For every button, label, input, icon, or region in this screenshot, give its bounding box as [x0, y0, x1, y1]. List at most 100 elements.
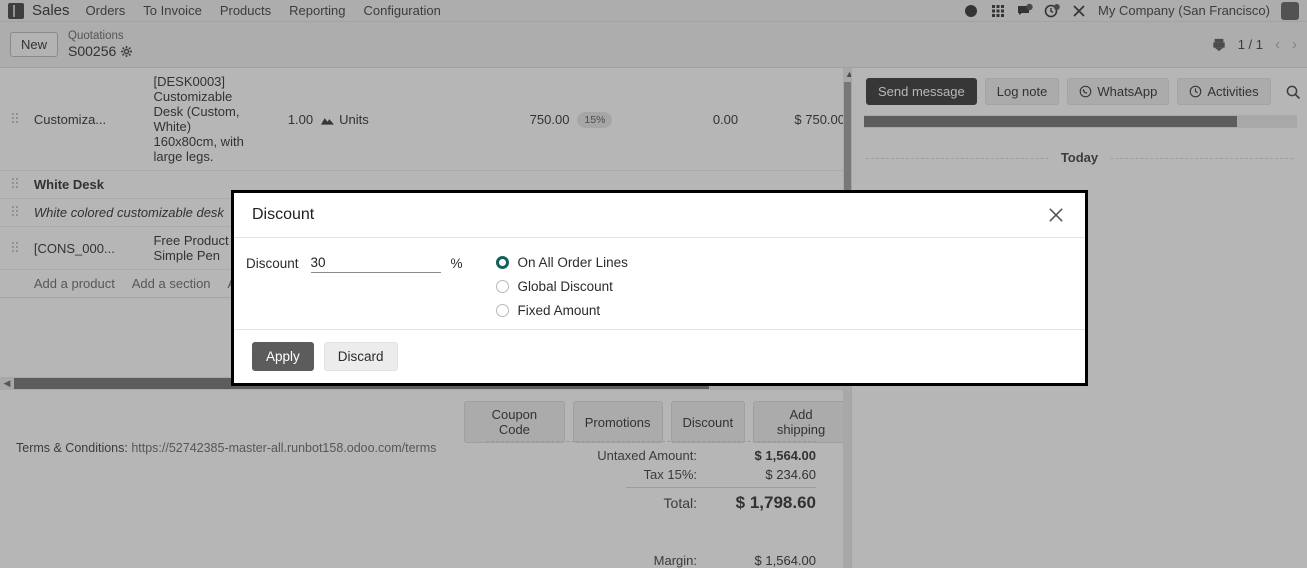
user-avatar[interactable]: [1281, 1, 1299, 20]
line-taxes[interactable]: 15%: [573, 68, 659, 171]
control-panel: New Quotations S00256 1 / 1 ‹ ›: [0, 22, 1307, 68]
scroll-left-arrow-icon[interactable]: ◀: [0, 378, 14, 389]
discount-field: Discount %: [246, 254, 463, 273]
breadcrumb-parent[interactable]: Quotations: [68, 30, 132, 43]
drag-handle[interactable]: [0, 68, 30, 171]
activity-icon[interactable]: [963, 3, 979, 19]
whatsapp-icon: [1080, 85, 1092, 98]
discount-field-label: Discount: [246, 256, 299, 271]
units-icon: [321, 117, 335, 125]
pager-next-icon[interactable]: ›: [1292, 36, 1297, 53]
line-quantity[interactable]: 1.00: [250, 68, 318, 171]
clock-activity-icon: [1190, 85, 1202, 98]
odoo-logo-icon[interactable]: [8, 2, 24, 19]
nav-menu-configuration[interactable]: Configuration: [364, 3, 441, 18]
totals-row-margin: Margin: $ 1,564.00 (100%): [486, 551, 816, 568]
new-button[interactable]: New: [10, 32, 59, 57]
totals-row-untaxed: Untaxed Amount: $ 1,564.00: [486, 446, 816, 465]
line-unit-price[interactable]: 750.00: [413, 68, 574, 171]
promotion-buttons: Coupon Code Promotions Discount Add ship…: [464, 401, 849, 443]
add-shipping-button[interactable]: Add shipping: [753, 401, 849, 443]
whatsapp-label: WhatsApp: [1097, 84, 1158, 99]
total-value: $ 1,798.60: [735, 493, 816, 512]
top-navbar: Sales Orders To Invoice Products Reporti…: [0, 0, 1307, 22]
line-product[interactable]: Customiza...: [29, 68, 150, 171]
clock-icon[interactable]: [1044, 3, 1060, 19]
breadcrumb-current: S00256: [68, 43, 117, 60]
terms-label: Terms & Conditions:: [16, 441, 132, 455]
radio-label: Global Discount: [517, 279, 613, 294]
totals-row-total: Total: $ 1,798.60: [486, 491, 816, 515]
tax-badge: 15%: [577, 111, 613, 128]
control-panel-right: 1 / 1 ‹ ›: [1212, 36, 1297, 53]
add-a-section-link[interactable]: Add a section: [132, 276, 211, 291]
coupon-code-button[interactable]: Coupon Code: [464, 401, 565, 443]
untaxed-value: $ 1,564.00: [754, 448, 816, 463]
line-discount[interactable]: 0.00: [658, 68, 743, 171]
send-message-button[interactable]: Send message: [866, 78, 977, 105]
chatter-topbar: Send message Log note WhatsApp Activitie…: [852, 68, 1307, 111]
radio-global-discount[interactable]: Global Discount: [495, 279, 628, 294]
radio-on-all-order-lines[interactable]: On All Order Lines: [495, 255, 628, 270]
messages-icon[interactable]: [1017, 3, 1033, 19]
gear-icon[interactable]: [121, 45, 133, 57]
nav-menu-reporting[interactable]: Reporting: [289, 3, 345, 18]
margin-value: $ 1,564.00 (100%): [754, 553, 816, 568]
drag-handle[interactable]: [0, 198, 30, 227]
tax-value: $ 234.60: [765, 467, 816, 482]
grid-apps-icon[interactable]: [990, 3, 1006, 19]
untaxed-label: Untaxed Amount:: [597, 448, 697, 463]
apply-button[interactable]: Apply: [252, 342, 314, 371]
discount-mode-radio-group: On All Order Lines Global Discount Fixed…: [495, 254, 628, 318]
dialog-header: Discount: [234, 193, 1085, 238]
whatsapp-button[interactable]: WhatsApp: [1067, 78, 1170, 105]
margin-label: Margin:: [653, 553, 697, 568]
add-a-product-link[interactable]: Add a product: [34, 276, 115, 291]
nav-menu-products[interactable]: Products: [220, 3, 271, 18]
activities-button[interactable]: Activities: [1177, 78, 1271, 105]
terms-link[interactable]: https://52742385-master-all.runbot158.od…: [131, 441, 436, 455]
drag-handle[interactable]: [0, 226, 30, 270]
line-uom[interactable]: Units: [317, 68, 414, 171]
breadcrumb: Quotations S00256: [68, 30, 133, 60]
pager-previous-icon[interactable]: ‹: [1275, 36, 1280, 53]
dialog-title: Discount: [252, 206, 315, 223]
radio-unselected-icon[interactable]: [495, 304, 509, 317]
discount-input[interactable]: [310, 254, 441, 273]
dialog-body: Discount % On All Order Lines Global Dis…: [234, 238, 1085, 329]
terms-and-conditions: Terms & Conditions: https://52742385-mas…: [16, 441, 436, 455]
line-product[interactable]: [CONS_000...: [29, 226, 150, 270]
drag-handle[interactable]: [0, 170, 30, 199]
radio-selected-icon[interactable]: [495, 256, 509, 269]
radio-fixed-amount[interactable]: Fixed Amount: [495, 303, 628, 318]
line-description[interactable]: [DESK0003] Customizable Desk (Custom, Wh…: [149, 68, 251, 171]
printer-icon[interactable]: [1212, 37, 1226, 53]
line-uom-label: Units: [339, 111, 369, 127]
total-label: Total:: [663, 495, 697, 511]
search-icon[interactable]: [1285, 84, 1301, 100]
scrollbar-thumb[interactable]: [864, 116, 1237, 127]
line-subtotal: $ 750.00: [742, 68, 849, 171]
bug-icon[interactable]: [1071, 3, 1087, 19]
radio-unselected-icon[interactable]: [495, 280, 509, 293]
company-name[interactable]: My Company (San Francisco): [1098, 3, 1270, 18]
log-note-button[interactable]: Log note: [984, 78, 1060, 105]
chatter-icon-group: [1285, 84, 1307, 100]
nav-menu-to-invoice[interactable]: To Invoice: [143, 3, 202, 18]
nav-menu-orders[interactable]: Orders: [86, 3, 126, 18]
percent-suffix: %: [450, 256, 463, 271]
pager[interactable]: 1 / 1: [1238, 37, 1263, 52]
discount-dialog: Discount Discount % On All Order Lines G…: [231, 190, 1088, 386]
discount-button[interactable]: Discount: [670, 401, 746, 443]
close-icon[interactable]: [1045, 204, 1067, 226]
chatter-day-separator: Today: [852, 150, 1307, 165]
totals-row-tax: Tax 15%: $ 234.60: [486, 465, 816, 484]
radio-label: Fixed Amount: [517, 303, 601, 318]
nav-app-name[interactable]: Sales: [32, 2, 70, 19]
promotions-button[interactable]: Promotions: [572, 401, 663, 443]
dialog-footer: Apply Discard: [234, 329, 1085, 383]
discard-button[interactable]: Discard: [323, 342, 398, 371]
table-row[interactable]: Customiza... [DESK0003] Customizable Des…: [0, 68, 849, 171]
tax-label: Tax 15%:: [643, 467, 697, 482]
chatter-horizontal-scrollbar[interactable]: [864, 115, 1297, 128]
